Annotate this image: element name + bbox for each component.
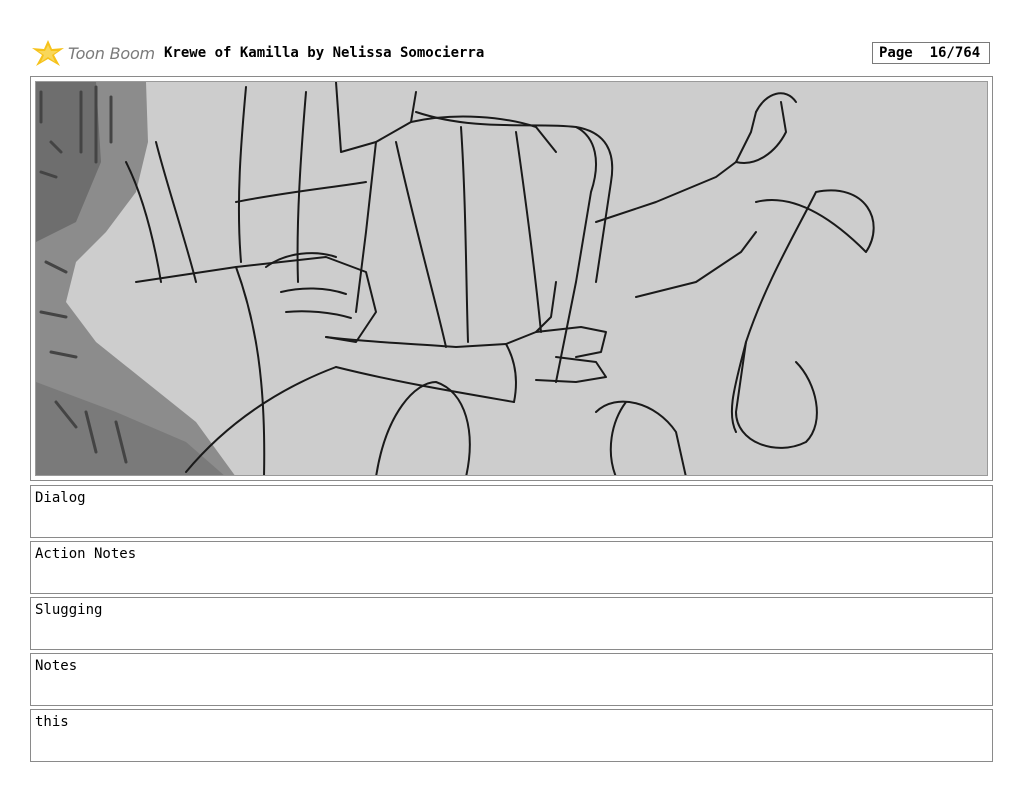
slugging-label: Slugging [35, 602, 103, 618]
extra-notes-label: this [35, 714, 69, 730]
sketch-drawing [36, 82, 875, 475]
toon-boom-logo: Toon Boom [30, 36, 155, 70]
storyboard-header: Toon Boom Krewe of Kamilla by Nelissa So… [30, 36, 993, 70]
dialog-field[interactable]: Dialog [30, 485, 993, 538]
action-notes-field[interactable]: Action Notes [30, 541, 993, 594]
page-number: 16/764 [929, 45, 981, 61]
storyboard-panel [30, 76, 993, 481]
page-indicator: Page 16/764 [872, 42, 990, 64]
notes-field[interactable]: Notes [30, 653, 993, 706]
notes-label: Notes [35, 658, 78, 674]
action-notes-label: Action Notes [35, 546, 137, 562]
toon-boom-star-icon [32, 40, 64, 66]
dialog-label: Dialog [35, 490, 86, 506]
page-label: Page [879, 45, 913, 61]
slugging-field[interactable]: Slugging [30, 597, 993, 650]
extra-notes-field[interactable]: this [30, 709, 993, 762]
storyboard-title: Krewe of Kamilla by Nelissa Somocierra [164, 45, 485, 61]
panel-sketch-image [35, 81, 988, 476]
logo-text: Toon Boom [68, 43, 155, 63]
